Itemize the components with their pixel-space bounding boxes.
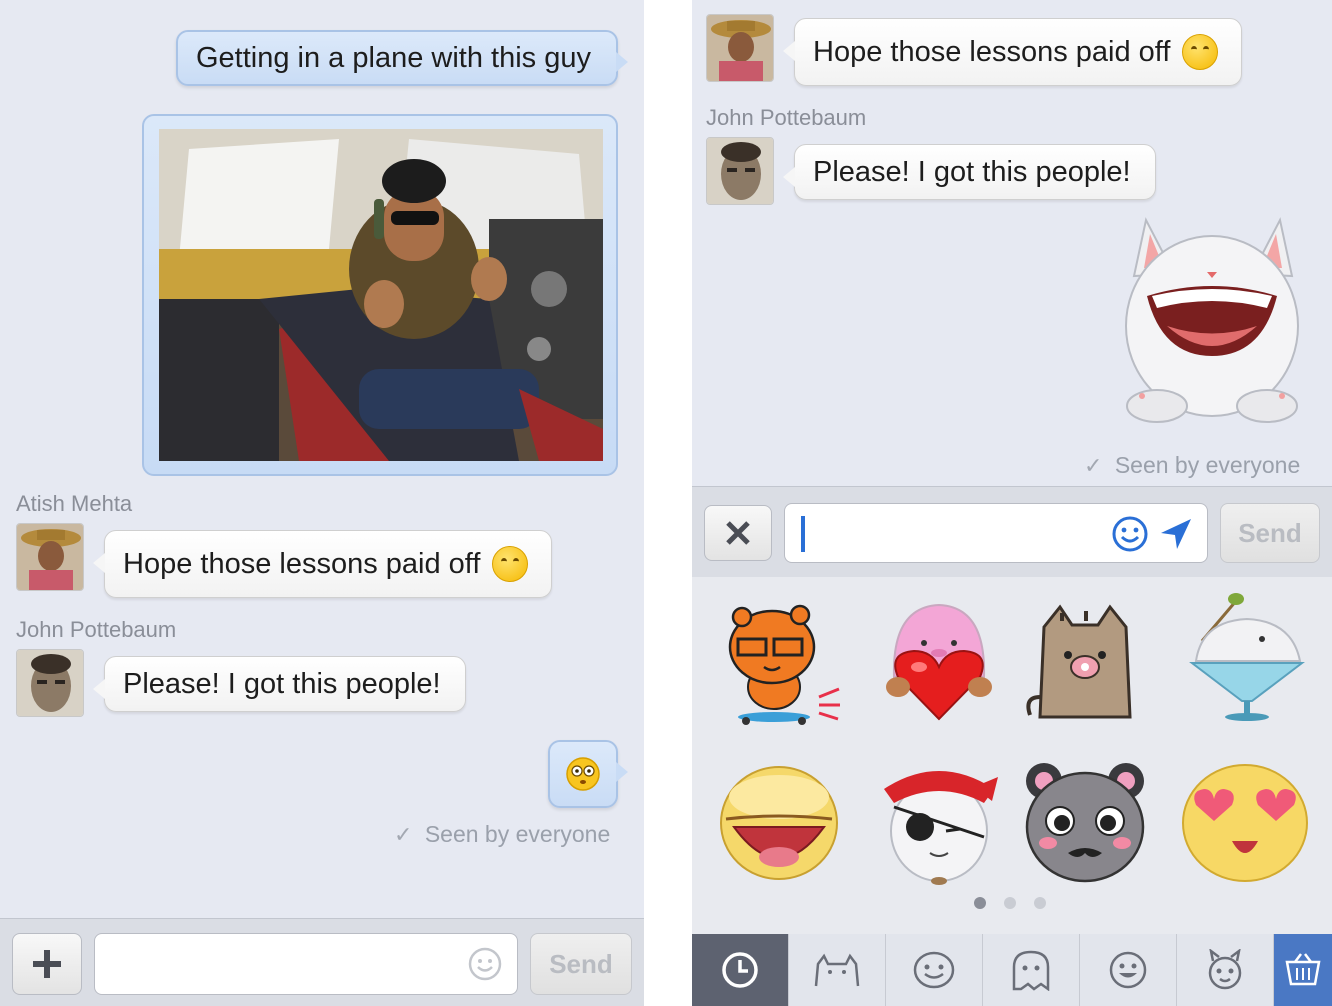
checkmark-icon: ✓ bbox=[1084, 453, 1103, 478]
page-dot[interactable] bbox=[1034, 897, 1046, 909]
tab-cat[interactable] bbox=[789, 934, 886, 1006]
close-sticker-button[interactable] bbox=[704, 505, 772, 561]
compose-bar: Send bbox=[0, 918, 644, 1006]
tab-smiley[interactable] bbox=[886, 934, 983, 1006]
smile-emoji-icon bbox=[1182, 34, 1219, 70]
tab-sticker-store[interactable] bbox=[1274, 934, 1332, 1006]
message-text: Getting in a plane with this guy bbox=[196, 41, 591, 74]
incoming-message-please[interactable]: Please! I got this people! bbox=[93, 656, 466, 712]
horned-face-icon bbox=[1208, 949, 1242, 990]
message-input[interactable] bbox=[94, 933, 518, 995]
sender-name: Atish Mehta bbox=[16, 491, 133, 516]
tab-ghost[interactable] bbox=[983, 934, 1080, 1006]
compose-bar: Send bbox=[692, 486, 1332, 577]
sticker-pirate-cat[interactable] bbox=[874, 757, 1004, 887]
message-text: Please! I got this people! bbox=[813, 155, 1131, 188]
page-indicator bbox=[974, 897, 1046, 909]
avatar[interactable] bbox=[16, 523, 84, 591]
outgoing-message-plane[interactable]: Getting in a plane with this guy bbox=[176, 30, 628, 86]
avatar[interactable] bbox=[706, 14, 774, 82]
sticker-tiger-skateboard[interactable] bbox=[714, 597, 844, 727]
incoming-message-lessons[interactable]: Hope those lessons paid off bbox=[93, 530, 552, 598]
incoming-message-lessons[interactable]: Hope those lessons paid off bbox=[783, 18, 1242, 86]
message-text: Hope those lessons paid off bbox=[123, 547, 481, 580]
checkmark-icon: ✓ bbox=[394, 822, 413, 847]
attach-button[interactable] bbox=[12, 933, 82, 995]
airplane-photo bbox=[159, 129, 603, 461]
sender-name: John Pottebaum bbox=[16, 617, 177, 642]
message-text: Please! I got this people! bbox=[123, 667, 441, 700]
message-input[interactable] bbox=[784, 503, 1208, 563]
outgoing-photo-message[interactable] bbox=[142, 114, 618, 476]
page-dot[interactable] bbox=[1004, 897, 1016, 909]
atish-avatar-image bbox=[17, 524, 83, 590]
sender-name: John Pottebaum bbox=[706, 105, 867, 130]
clock-icon bbox=[722, 952, 758, 988]
cat-icon bbox=[814, 953, 860, 987]
seen-status: ✓ Seen by everyone bbox=[1084, 452, 1301, 478]
tab-grin[interactable] bbox=[1080, 934, 1177, 1006]
right-chat-screen: Hope those lessons paid off John Potteba… bbox=[692, 0, 1332, 1006]
seen-status: ✓ Seen by everyone bbox=[394, 821, 611, 847]
sent-bunny-sticker[interactable] bbox=[1112, 216, 1312, 436]
text-cursor bbox=[801, 516, 805, 552]
sticker-tray bbox=[692, 577, 1332, 934]
send-button[interactable]: Send bbox=[530, 933, 632, 995]
outgoing-emoji-message[interactable] bbox=[548, 740, 628, 808]
sticker-pusheen-cat[interactable] bbox=[1020, 597, 1150, 727]
sticker-pink-blob-heart[interactable] bbox=[874, 597, 1004, 727]
tab-horned[interactable] bbox=[1177, 934, 1274, 1006]
atish-avatar-image bbox=[707, 15, 773, 81]
left-chat-screen: Getting in a plane with this guy Atish M… bbox=[0, 0, 644, 1006]
emoji-toggle-icon[interactable] bbox=[1111, 515, 1149, 553]
ghost-icon bbox=[1012, 950, 1050, 991]
avatar[interactable] bbox=[706, 137, 774, 205]
message-text: Hope those lessons paid off bbox=[813, 35, 1171, 68]
smile-emoji-icon bbox=[492, 546, 529, 582]
sticker-bird-cocktail[interactable] bbox=[1182, 591, 1312, 721]
john-avatar-image bbox=[707, 138, 773, 204]
send-button[interactable]: Send bbox=[1220, 503, 1320, 563]
plus-icon bbox=[33, 950, 61, 978]
sticker-yellow-open-mouth[interactable] bbox=[714, 757, 844, 887]
smiley-icon[interactable] bbox=[467, 946, 503, 982]
grin-icon bbox=[1109, 951, 1147, 989]
sticker-panda-mustache[interactable] bbox=[1020, 757, 1150, 887]
smiley-icon bbox=[913, 951, 955, 989]
tab-recent[interactable] bbox=[692, 934, 789, 1006]
sticker-heart-eyes[interactable] bbox=[1180, 757, 1310, 887]
basket-icon bbox=[1285, 953, 1321, 986]
location-arrow-icon[interactable] bbox=[1159, 517, 1193, 551]
john-avatar-image bbox=[17, 650, 83, 716]
page-dot-active[interactable] bbox=[974, 897, 986, 909]
flushed-emoji-icon bbox=[566, 757, 600, 791]
avatar[interactable] bbox=[16, 649, 84, 717]
incoming-message-please[interactable]: Please! I got this people! bbox=[783, 144, 1156, 200]
close-icon bbox=[726, 521, 750, 545]
